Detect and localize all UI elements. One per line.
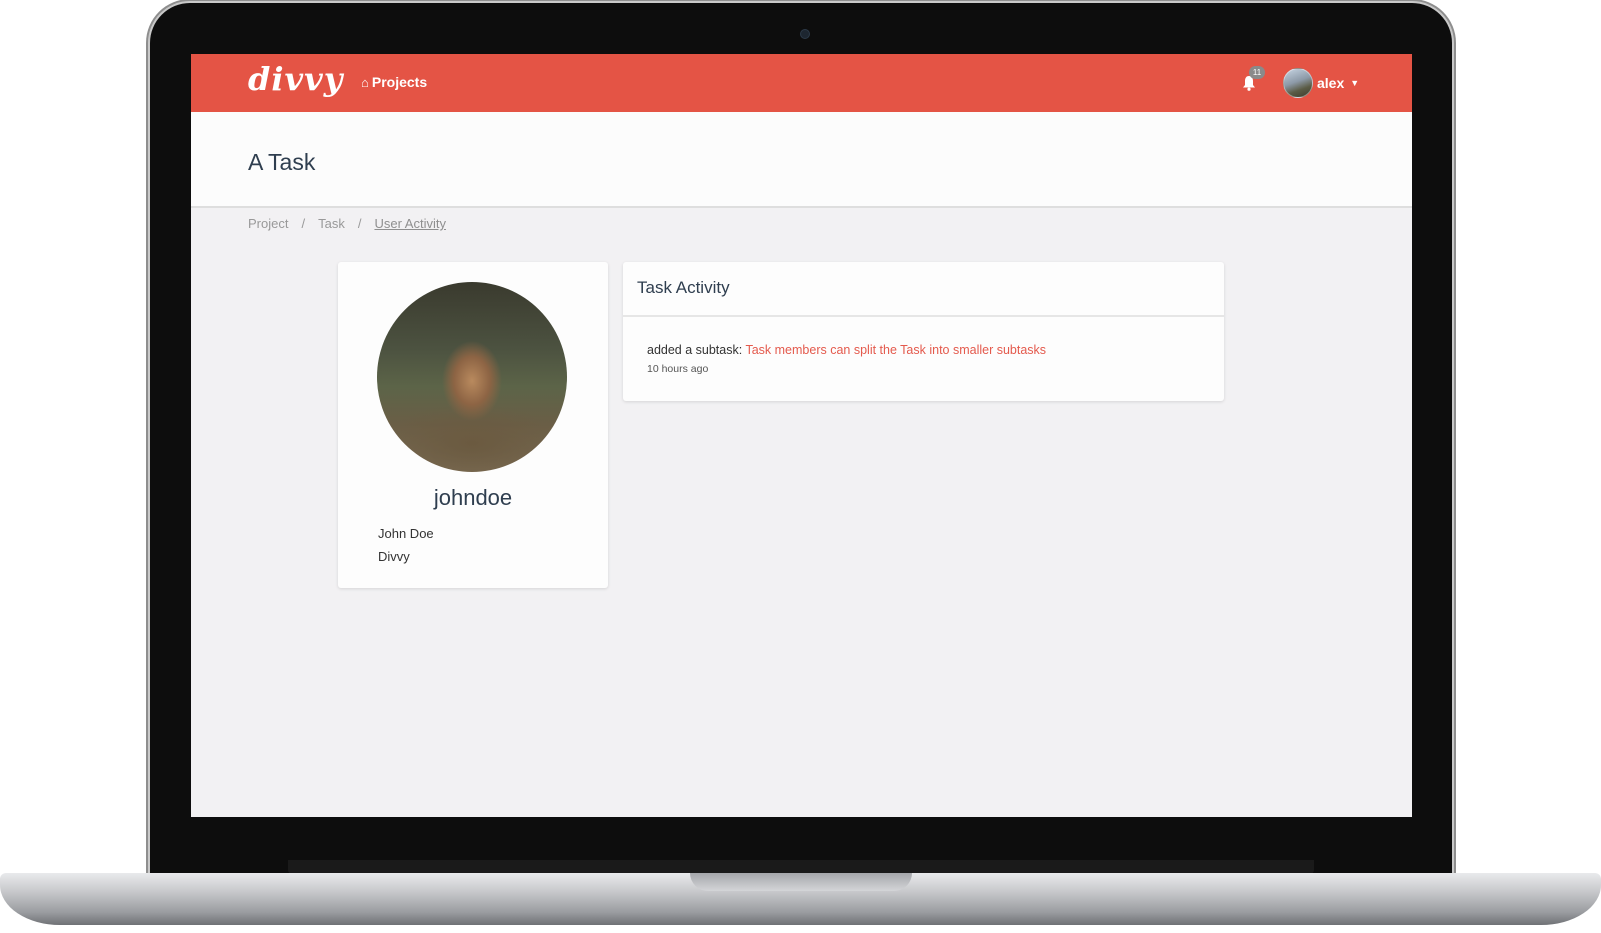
chevron-down-icon: ▼ bbox=[1350, 78, 1360, 88]
task-activity-card: Task Activity added a subtask: Task memb… bbox=[623, 262, 1224, 401]
activity-subtask-link[interactable]: Task members can split the Task into sma… bbox=[745, 343, 1046, 357]
camera-icon bbox=[800, 29, 810, 39]
home-icon: ⌂ bbox=[361, 74, 369, 90]
laptop-notch bbox=[690, 873, 912, 891]
activity-card-header: Task Activity bbox=[623, 262, 1224, 317]
page-header: A Task bbox=[191, 112, 1412, 208]
app-screen: divvy ⌂ Projects 11 alex ▼ A Task Projec… bbox=[191, 54, 1412, 817]
profile-full-name: John Doe bbox=[378, 526, 434, 541]
breadcrumb-project[interactable]: Project bbox=[248, 216, 288, 231]
breadcrumb-separator: / bbox=[301, 216, 306, 231]
activity-action: added a subtask: bbox=[647, 343, 743, 357]
breadcrumb-user-activity[interactable]: User Activity bbox=[374, 216, 446, 231]
nav-projects-label: Projects bbox=[371, 74, 428, 90]
page-title: A Task bbox=[248, 149, 316, 175]
profile-photo bbox=[377, 282, 567, 472]
top-navbar: divvy ⌂ Projects 11 alex ▼ bbox=[191, 54, 1412, 112]
brand-logo[interactable]: divvy bbox=[248, 60, 343, 98]
notification-count-badge: 11 bbox=[1249, 66, 1265, 79]
profile-card: johndoe John Doe Divvy bbox=[338, 262, 608, 588]
laptop-hinge bbox=[288, 860, 1314, 874]
activity-item: added a subtask: Task members can split … bbox=[647, 343, 1046, 357]
breadcrumb-separator: / bbox=[357, 216, 362, 231]
profile-username: johndoe bbox=[433, 485, 513, 510]
user-menu-dropdown[interactable]: alex ▼ bbox=[1283, 68, 1359, 98]
user-name-label: alex bbox=[1317, 75, 1345, 91]
breadcrumb: Project / Task / User Activity bbox=[248, 216, 446, 231]
breadcrumb-task[interactable]: Task bbox=[318, 216, 345, 231]
activity-card-title: Task Activity bbox=[637, 278, 730, 297]
activity-timestamp: 10 hours ago bbox=[647, 363, 709, 375]
user-avatar bbox=[1283, 68, 1313, 98]
profile-organization: Divvy bbox=[378, 549, 410, 564]
nav-projects-link[interactable]: ⌂ Projects bbox=[361, 74, 427, 90]
notifications-button[interactable]: 11 bbox=[1238, 66, 1265, 95]
